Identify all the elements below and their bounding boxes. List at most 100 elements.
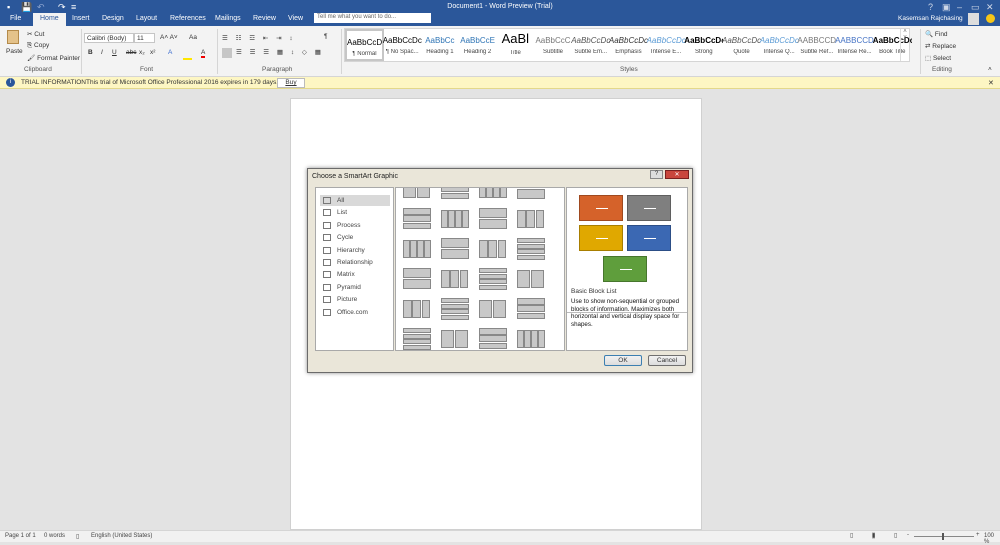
- smartart-layout-thumbnail[interactable]: [515, 188, 547, 202]
- proofing-icon[interactable]: ▯: [76, 533, 79, 540]
- category-officecom[interactable]: Office.com: [320, 307, 390, 318]
- font-color-button[interactable]: A: [201, 49, 206, 58]
- web-layout-icon[interactable]: ▯: [894, 532, 897, 539]
- tab-design[interactable]: Design: [95, 13, 131, 26]
- category-relationship[interactable]: Relationship: [320, 257, 390, 268]
- style-1[interactable]: AaBbCcDc ¶ No Spac...: [383, 29, 422, 61]
- zoom-out-button[interactable]: -: [907, 532, 909, 538]
- styles-scroll[interactable]: ˄ ˅: [900, 29, 909, 61]
- style-12[interactable]: AABBCCDC Subtle Ref...: [797, 29, 836, 61]
- align-left-button[interactable]: [222, 48, 232, 58]
- smartart-layout-thumbnail[interactable]: [439, 266, 471, 292]
- dialog-close-button[interactable]: ✕: [665, 170, 689, 179]
- italic-button[interactable]: I: [101, 49, 103, 56]
- tab-home[interactable]: Home: [33, 13, 66, 26]
- read-mode-icon[interactable]: ▯: [850, 532, 853, 539]
- smartart-layout-thumbnail[interactable]: [515, 266, 547, 292]
- format-painter-button[interactable]: 🖌 Format Painter: [27, 54, 80, 62]
- highlight-color-button[interactable]: [183, 58, 192, 60]
- replace-button[interactable]: ⇄ Replace: [925, 42, 956, 50]
- tab-review[interactable]: Review: [246, 13, 283, 26]
- strikethrough-button[interactable]: abc: [126, 49, 136, 56]
- dialog-help-button[interactable]: ?: [650, 170, 663, 179]
- category-list[interactable]: List: [320, 207, 390, 218]
- smartart-layout-thumbnail[interactable]: [477, 206, 509, 232]
- smartart-layout-thumbnail[interactable]: [515, 206, 547, 232]
- style-0[interactable]: AaBbCcDc ¶ Normal: [345, 29, 384, 61]
- category-hierarchy[interactable]: Hierarchy: [320, 245, 390, 256]
- smartart-layout-thumbnail[interactable]: [401, 206, 433, 232]
- feedback-smiley-icon[interactable]: [986, 14, 995, 23]
- category-process[interactable]: Process: [320, 220, 390, 231]
- word-count[interactable]: 0 words: [44, 533, 65, 539]
- smartart-layout-thumbnail[interactable]: [515, 296, 547, 322]
- smartart-layout-thumbnail[interactable]: [401, 296, 433, 322]
- style-3[interactable]: AaBbCcE Heading 2: [458, 29, 497, 61]
- tab-file[interactable]: File: [3, 13, 28, 26]
- style-13[interactable]: AABBCCDC Intense Re...: [835, 29, 874, 61]
- category-all[interactable]: All: [320, 195, 390, 206]
- smartart-layout-thumbnail[interactable]: [401, 236, 433, 262]
- superscript-button[interactable]: x²: [150, 49, 155, 56]
- underline-button[interactable]: U: [112, 49, 117, 56]
- select-button[interactable]: ⬚ Select: [925, 54, 951, 62]
- minimize-button[interactable]: –: [957, 2, 962, 12]
- style-10[interactable]: AaBbCcDc Quote: [722, 29, 761, 61]
- smartart-layout-thumbnail[interactable]: [439, 188, 471, 202]
- avatar[interactable]: [968, 13, 979, 25]
- category-picture[interactable]: Picture: [320, 294, 390, 305]
- style-6[interactable]: AaBbCcDc Subtle Em...: [571, 29, 610, 61]
- show-formatting-button[interactable]: ¶: [324, 33, 328, 40]
- ribbon-display-button[interactable]: ▣: [942, 2, 951, 13]
- font-name-select[interactable]: Calibri (Body): [84, 33, 134, 43]
- smartart-layout-thumbnail[interactable]: [477, 188, 509, 202]
- smartart-layout-thumbnail[interactable]: [439, 296, 471, 322]
- tell-me-input[interactable]: Tell me what you want to do...: [314, 13, 431, 23]
- smartart-layout-thumbnail[interactable]: [439, 206, 471, 232]
- cut-button[interactable]: ✂ Cut: [27, 30, 44, 38]
- smartart-layout-thumbnail[interactable]: [401, 326, 433, 350]
- help-button[interactable]: ?: [928, 2, 933, 12]
- category-matrix[interactable]: Matrix: [320, 269, 390, 280]
- smartart-layout-thumbnail[interactable]: [477, 296, 509, 322]
- list-buttons[interactable]: ☰ ☷ ☲ ⇤ ⇥ ↕: [222, 34, 296, 42]
- tab-view[interactable]: View: [281, 13, 310, 26]
- smartart-layout-thumbnail[interactable]: [477, 326, 509, 350]
- language[interactable]: English (United States): [91, 533, 152, 539]
- ok-button[interactable]: OK: [604, 355, 642, 366]
- tab-insert[interactable]: Insert: [65, 13, 97, 26]
- print-layout-icon[interactable]: ▮: [872, 532, 876, 539]
- restore-button[interactable]: ▭: [971, 2, 980, 13]
- smartart-layout-thumbnail[interactable]: [401, 188, 433, 202]
- zoom-slider-thumb[interactable]: [942, 533, 944, 540]
- smartart-layout-thumbnail[interactable]: [401, 266, 433, 292]
- paste-button[interactable]: Paste: [6, 48, 23, 55]
- zoom-slider[interactable]: [914, 536, 974, 537]
- find-button[interactable]: 🔍 Find: [925, 30, 948, 38]
- collapse-ribbon-button[interactable]: ˄: [988, 66, 992, 73]
- page-count[interactable]: Page 1 of 1: [5, 533, 36, 539]
- category-pyramid[interactable]: Pyramid: [320, 282, 390, 293]
- alignment-buttons[interactable]: ☰ ☰ ☰ ▦ ↕ ◇ ▦: [236, 48, 324, 56]
- zoom-level[interactable]: 100 %: [984, 533, 1000, 545]
- smartart-layout-thumbnail[interactable]: [439, 236, 471, 262]
- style-9[interactable]: AaBbCcDc Strong: [684, 29, 723, 61]
- tab-references[interactable]: References: [163, 13, 213, 26]
- close-button[interactable]: ✕: [986, 2, 994, 13]
- tab-mailings[interactable]: Mailings: [208, 13, 248, 26]
- text-effects-button[interactable]: A: [168, 49, 172, 56]
- style-11[interactable]: AaBbCcDc Intense Q...: [760, 29, 799, 61]
- style-2[interactable]: AaBbCc Heading 1: [420, 29, 459, 61]
- buy-button[interactable]: Buy: [277, 78, 305, 88]
- change-case-button[interactable]: Aa: [189, 34, 197, 41]
- smartart-layout-thumbnail[interactable]: [477, 236, 509, 262]
- smartart-layout-thumbnail[interactable]: [439, 326, 471, 350]
- bold-button[interactable]: B: [88, 49, 93, 56]
- subscript-button[interactable]: x₂: [139, 49, 145, 56]
- style-4[interactable]: AaBl Title: [496, 29, 535, 61]
- style-5[interactable]: AaBbCcC Subtitle: [534, 29, 573, 61]
- category-cycle[interactable]: Cycle: [320, 232, 390, 243]
- style-7[interactable]: AaBbCcDc Emphasis: [609, 29, 648, 61]
- grow-font-button[interactable]: A˄ A˅: [160, 34, 178, 41]
- smartart-layout-thumbnail[interactable]: [477, 266, 509, 292]
